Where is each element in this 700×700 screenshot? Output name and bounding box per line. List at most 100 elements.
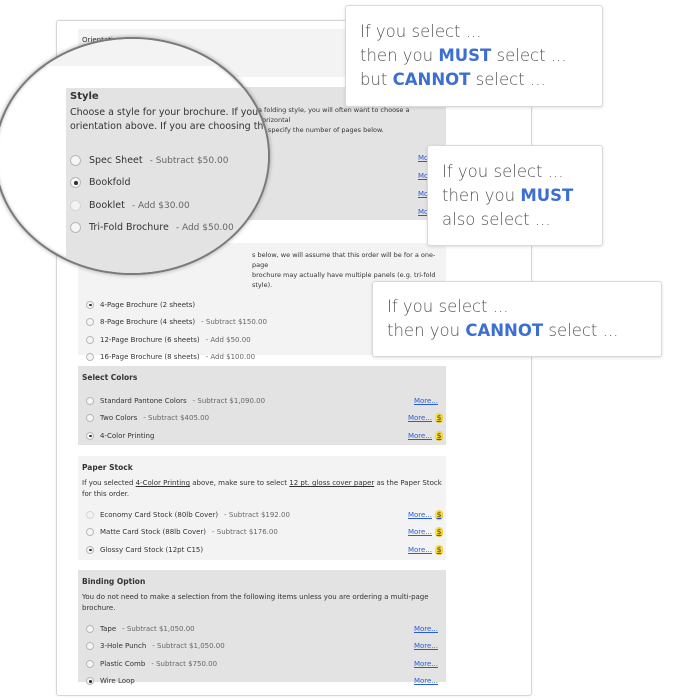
callout-must: If you select ... then you MUST also sel… — [427, 145, 603, 246]
colors-option[interactable]: Standard Pantone Colors - Subtract $1,090… — [82, 392, 442, 410]
style-desc-right-1: a folding style, you will often want to … — [258, 106, 410, 124]
option-label: Two Colors — [100, 414, 138, 423]
radio[interactable] — [86, 353, 94, 362]
option-label: 4-Color Printing — [100, 431, 155, 440]
option-label: 8-Page Brochure (4 sheets) — [100, 318, 196, 327]
radio[interactable] — [86, 677, 94, 686]
magnifier-lens: Style Choose a style for your brochure. … — [0, 37, 270, 275]
radio[interactable] — [70, 222, 81, 233]
callout-line: then you MUST select ... — [360, 44, 588, 68]
paper-desc: If you selected 4-Color Printing above, … — [82, 478, 442, 500]
more-link[interactable]: More... — [414, 642, 438, 650]
paper-option[interactable]: Glossy Card Stock (12pt C15) More... $ — [82, 541, 443, 559]
paper-title: Paper Stock — [82, 463, 133, 472]
callout-line: If you select ... — [442, 162, 564, 181]
callout-text: then you — [442, 186, 521, 205]
callout-text: then you — [360, 46, 439, 65]
style-option-tri-fold[interactable]: Tri-Fold Brochure - Add $50.00 — [70, 222, 234, 233]
radio[interactable] — [70, 155, 81, 166]
binding-desc: You do not need to make a selection from… — [82, 593, 429, 612]
option-price: - Subtract $176.00 — [212, 528, 278, 537]
binding-option[interactable]: 3-Hole Punch - Subtract $1,050.00 More... — [82, 638, 442, 656]
callout-keyword-cannot: CANNOT — [392, 70, 471, 89]
option-label: Wire Loop — [100, 677, 135, 686]
radio[interactable] — [86, 318, 94, 327]
option-label: 16-Page Brochure (8 sheets) — [100, 353, 200, 362]
radio[interactable] — [86, 335, 94, 344]
radio[interactable] — [86, 396, 94, 405]
callout-line: If you select ... — [387, 297, 509, 316]
more-link[interactable]: More... — [414, 397, 438, 405]
radio[interactable] — [86, 642, 94, 651]
radio[interactable] — [86, 300, 94, 309]
paper-option[interactable]: Economy Card Stock (80lb Cover) - Subtrac… — [82, 506, 443, 524]
binding-option[interactable]: Plastic Comb - Subtract $750.00 More... — [82, 655, 442, 673]
option-label: Glossy Card Stock (12pt C15) — [100, 545, 204, 554]
option-label: Standard Pantone Colors — [100, 396, 187, 405]
desc-text: above, make sure to select — [190, 479, 290, 487]
style-desc-line-2: orientation above. If you are choosing t… — [70, 121, 270, 132]
style-desc: Choose a style for your brochure. If you… — [70, 106, 270, 134]
option-price: - Add $100.00 — [205, 353, 256, 362]
radio[interactable] — [86, 431, 94, 440]
radio[interactable] — [70, 177, 81, 188]
more-link[interactable]: More... — [408, 528, 432, 536]
callout-text: select ... — [543, 321, 619, 340]
callout-cannot: If you select ... then you CANNOT select… — [372, 281, 662, 357]
colors-option[interactable]: 4-Color Printing More... $ — [82, 427, 443, 445]
radio[interactable] — [86, 624, 94, 633]
radio[interactable] — [86, 414, 94, 423]
more-link[interactable]: More... — [414, 660, 438, 668]
magnified-orientation — [0, 39, 268, 66]
paper-option[interactable]: Matte Card Stock (88lb Cover) - Subtract … — [82, 524, 443, 542]
radio[interactable] — [86, 510, 94, 519]
option-label: Economy Card Stock (80lb Cover) — [100, 510, 219, 519]
option-label: Tri-Fold Brochure — [89, 222, 169, 233]
more-link[interactable]: More... — [414, 677, 438, 685]
desc-link-4-color[interactable]: 4-Color Printing — [136, 479, 190, 487]
option-label: 12-Page Brochure (6 sheets) — [100, 335, 200, 344]
style-option-booklet[interactable]: Booklet - Add $30.00 — [70, 200, 190, 211]
callout-keyword-must: MUST — [438, 46, 492, 65]
colors-title: Select Colors — [82, 373, 138, 382]
option-label: Tape — [100, 624, 117, 633]
callout-text: select ... — [491, 46, 567, 65]
option-label: Booklet — [89, 200, 125, 211]
colors-option[interactable]: Two Colors - Subtract $405.00 More... $ — [82, 410, 443, 428]
colors-section: Select Colors Standard Pantone Colors - S… — [78, 366, 446, 445]
option-price: - Add $30.00 — [131, 200, 190, 211]
option-price: - Add $50.00 — [175, 222, 234, 233]
more-link[interactable]: More... — [408, 546, 432, 554]
radio[interactable] — [86, 545, 94, 554]
more-link[interactable]: More... — [408, 414, 432, 422]
callout-text: but — [360, 70, 393, 89]
option-price: - Subtract $150.00 — [201, 318, 267, 327]
callout-line: but CANNOT select ... — [360, 68, 588, 92]
callout-text: select ... — [470, 70, 546, 89]
binding-section: Binding Option You do not need to make a… — [78, 570, 446, 686]
callout-text: then you — [387, 321, 466, 340]
option-price: - Subtract $750.00 — [151, 659, 218, 668]
binding-option[interactable]: Wire Loop More... — [82, 673, 442, 691]
paper-section: Paper Stock If you selected 4-Color Prin… — [78, 456, 446, 560]
option-price: - Subtract $192.00 — [224, 510, 290, 519]
radio[interactable] — [70, 200, 81, 211]
option-label: 3-Hole Punch — [100, 642, 147, 651]
pages-desc-right-1: s below, we will assume that this order … — [252, 251, 436, 269]
style-option-bookfold[interactable]: Bookfold — [70, 177, 137, 188]
desc-link-gloss-paper[interactable]: 12 pt. gloss cover paper — [289, 479, 374, 487]
option-price: - Subtract $1,090.00 — [192, 396, 266, 405]
binding-option[interactable]: Tape - Subtract $1,050.00 More... — [82, 620, 442, 638]
style-desc-line-1: Choose a style for your brochure. If you… — [70, 107, 270, 118]
option-label: Bookfold — [89, 177, 131, 188]
callout-line: also select ... — [442, 210, 551, 229]
radio[interactable] — [86, 659, 94, 668]
style-option-spec-sheet[interactable]: Spec Sheet - Subtract $50.00 — [70, 155, 228, 166]
callout-keyword-must: MUST — [520, 186, 574, 205]
radio[interactable] — [86, 528, 94, 537]
option-price: - Subtract $1,050.00 — [122, 624, 195, 633]
more-link[interactable]: More... — [414, 625, 438, 633]
more-link[interactable]: More... — [408, 432, 432, 440]
price-coin-icon: $ — [435, 430, 443, 441]
more-link[interactable]: More... — [408, 511, 432, 519]
